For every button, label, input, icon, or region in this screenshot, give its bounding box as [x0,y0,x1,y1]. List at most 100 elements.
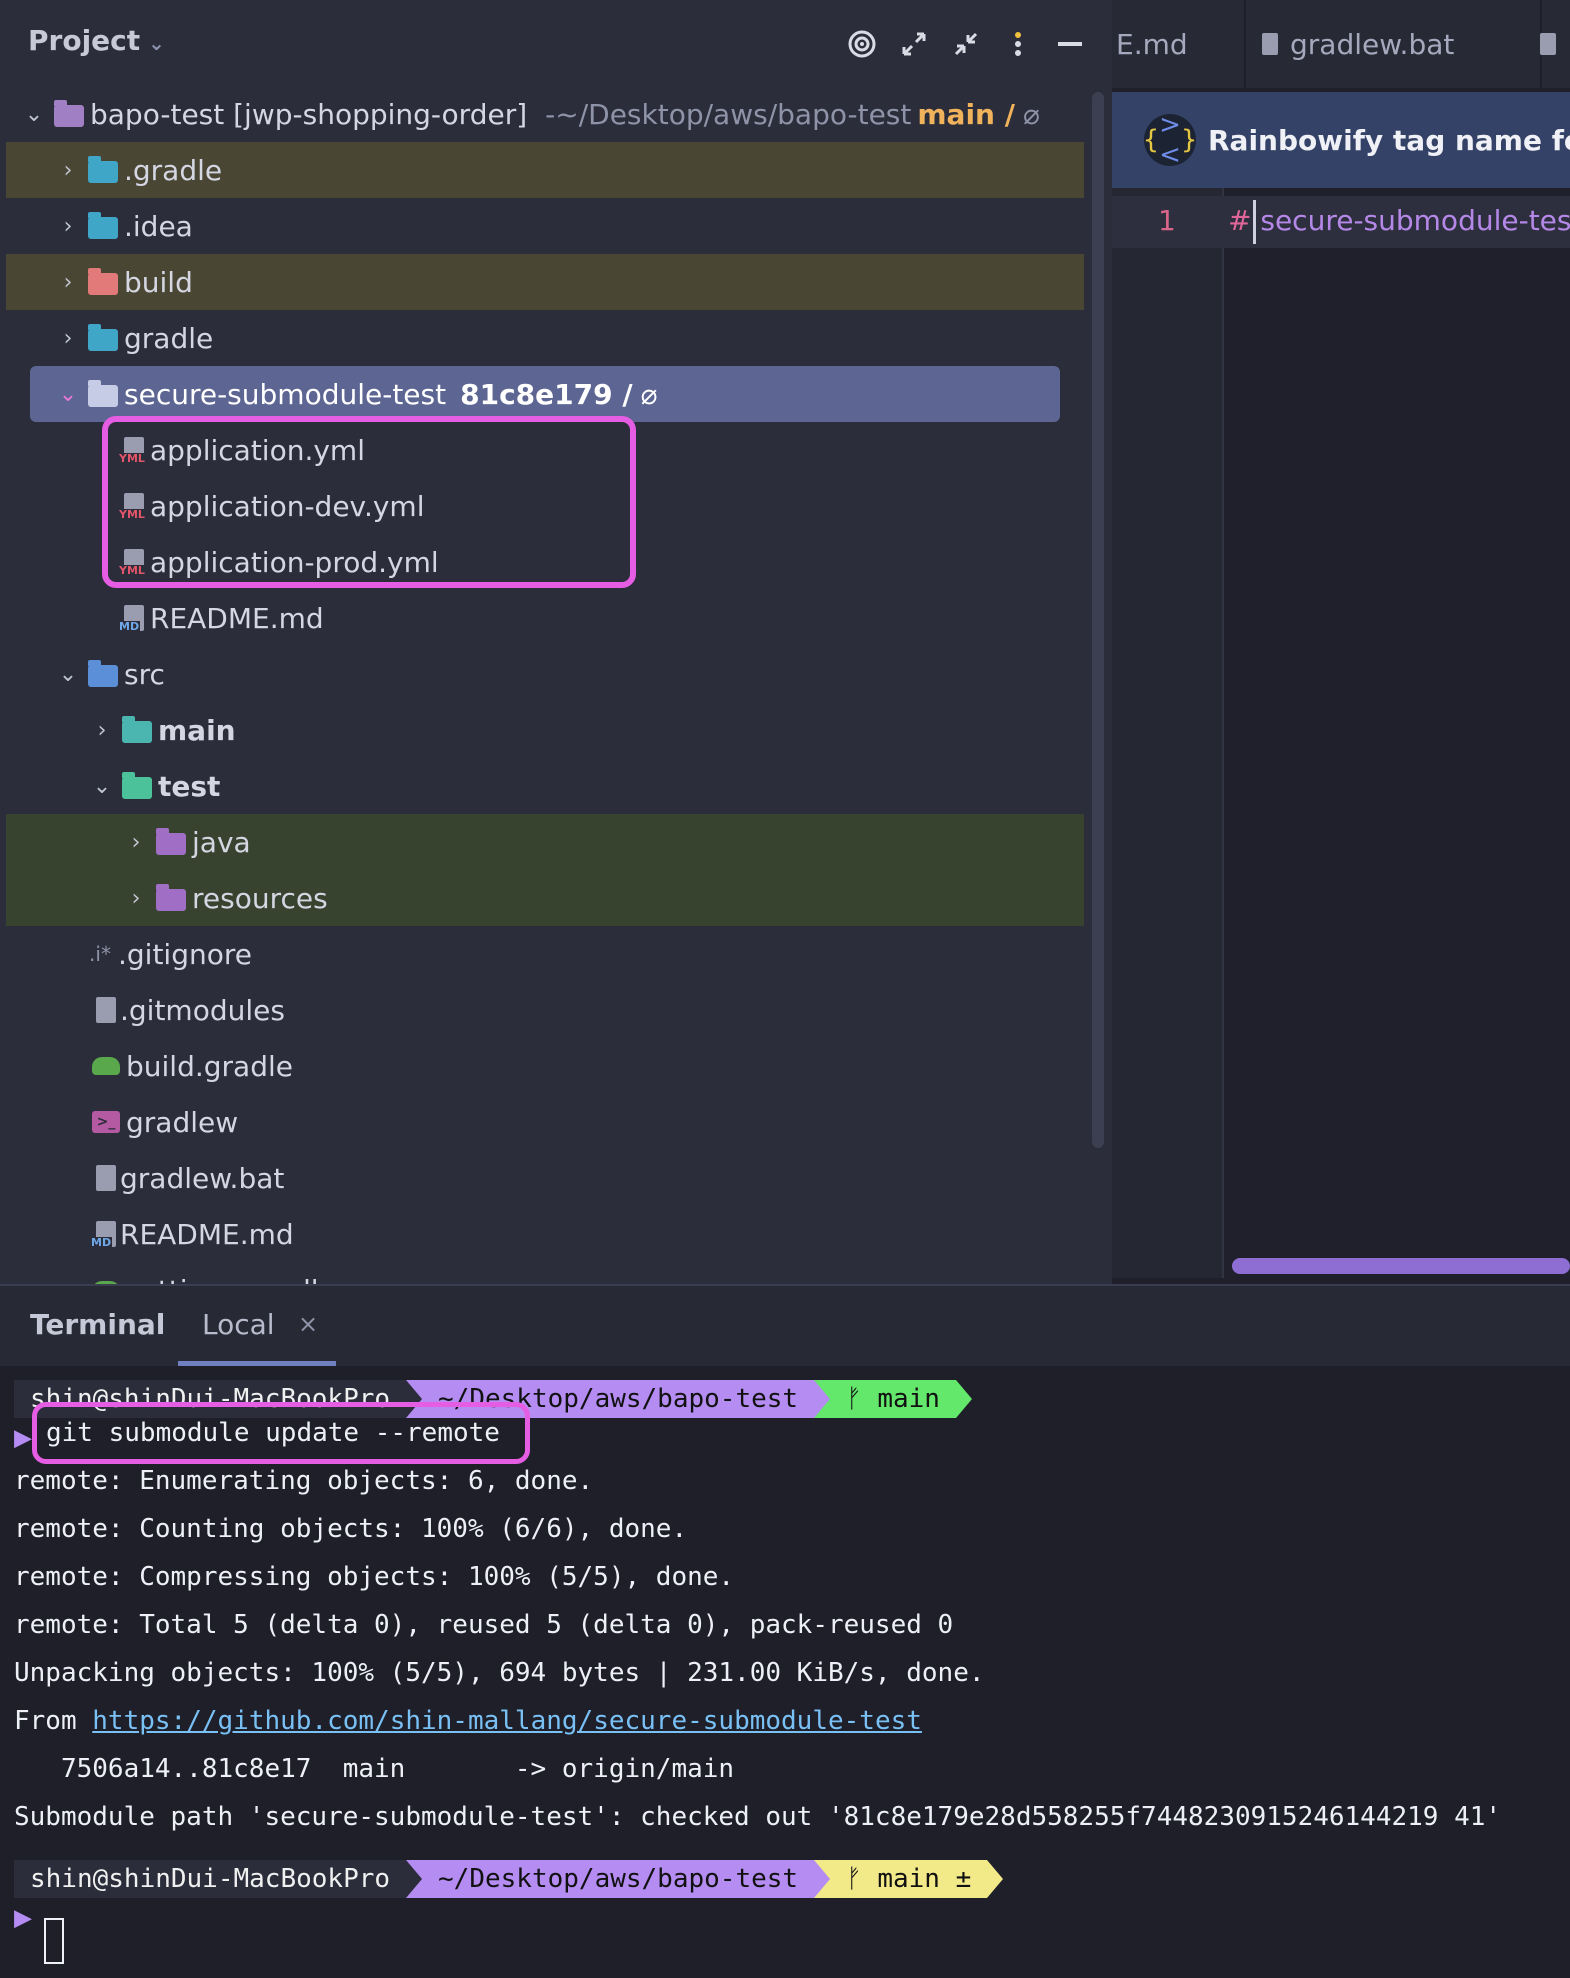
folder-icon [88,380,120,407]
tree-row-gitmodules[interactable]: .gitmodules [6,982,1084,1038]
more-options-icon[interactable] [1000,26,1036,62]
idea-folder-icon [88,212,120,239]
project-header: Project ⌄ [0,0,1112,88]
tree-label: gradlew.bat [120,1161,285,1195]
line-gutter [1112,188,1224,1278]
terminal-tab-local[interactable]: Local × [178,1286,336,1366]
tree-row-test[interactable]: ⌄ test [6,758,1084,814]
output-line-from: From https://github.com/shin-mallang/sec… [14,1698,922,1744]
tree-row-readme[interactable]: MD README.md [6,1206,1084,1262]
chevron-right-icon[interactable]: › [56,214,80,239]
text-file-icon [1262,33,1278,55]
text-file-icon [96,997,116,1023]
tree-label: src [124,657,165,691]
locate-target-icon[interactable] [844,26,880,62]
tree-label: build [124,265,193,299]
tree-label: .idea [124,209,193,243]
no-changes-icon: ⌀ [640,377,658,411]
tree-row-root[interactable]: ⌄ bapo-test [jwp-shopping-order] - ~/Des… [6,86,1084,142]
prompt-git: ᚠ main [830,1380,956,1418]
prompt-git-branch: main ± [877,1864,972,1894]
tree-row-dot-gradle[interactable]: › .gradle [6,142,1084,198]
prompt-separator [955,1380,972,1418]
chevron-down-icon[interactable]: ⌄ [22,102,46,127]
tree-row-main[interactable]: › main [6,702,1084,758]
tree-label: settings.gradle [126,1274,336,1285]
code-line[interactable]: # secure-submodule-test [1228,204,1570,237]
tree-row-src[interactable]: ⌄ src [6,646,1084,702]
markdown-file-icon: MD [90,1221,116,1249]
gradle-file-icon [90,1053,122,1079]
from-prefix: From [14,1706,93,1736]
tree-label: java [192,825,251,859]
editor-tab-gradlew-bat[interactable]: gradlew.bat [1242,0,1542,88]
chevron-down-icon[interactable]: ⌄ [90,774,114,799]
highlight-box-yml-files [102,416,636,588]
chevron-right-icon[interactable]: › [124,886,148,911]
project-title: Project [28,24,141,57]
hide-panel-icon[interactable] [1052,26,1088,62]
terminal-panel: Terminal Local × shin@shinDui-MacBookPro… [0,1284,1570,1978]
resources-folder-icon [156,884,188,911]
terminal-output[interactable]: shin@shinDui-MacBookPro ~/Desktop/aws/bap… [0,1374,1570,1978]
collapse-all-icon[interactable] [948,26,984,62]
prompt-separator [814,1860,831,1898]
tree-row-idea[interactable]: › .idea [6,198,1084,254]
tree-label: secure-submodule-test [124,377,447,411]
editor-tab-readme[interactable]: E.md [1112,0,1246,88]
prompt-separator [406,1860,423,1898]
prompt-user: shin@shinDui-MacBookPro [14,1860,407,1898]
tree-row-resources[interactable]: › resources [6,870,1084,926]
editor-tab-overflow[interactable] [1526,0,1570,88]
chevron-right-icon[interactable]: › [56,158,80,183]
chevron-down-icon[interactable]: ⌄ [56,662,80,687]
shell-prompt: shin@shinDui-MacBookPro ~/Desktop/aws/bap… [14,1860,1004,1898]
tree-row-java[interactable]: › java [6,814,1084,870]
gradle-file-icon [90,1277,122,1284]
git-branch-icon: ᚠ [846,1864,878,1894]
tree-row-build[interactable]: › build [6,254,1084,310]
horizontal-scrollbar[interactable] [1232,1258,1570,1274]
output-line: remote: Total 5 (delta 0), reused 5 (del… [14,1610,954,1640]
editor-tab-bar: E.md gradlew.bat [1112,0,1570,88]
tree-label: resources [192,881,328,915]
tree-row-gradle[interactable]: › gradle [6,310,1084,366]
terminal-tab-bar: Terminal Local × [0,1286,1570,1366]
tree-row-settings-gradle[interactable]: settings.gradle [6,1262,1084,1284]
text-caret [1253,200,1256,244]
expand-all-icon[interactable] [896,26,932,62]
tree-row-submodule-readme[interactable]: MD README.md [6,590,1084,646]
tree-row-gradlew[interactable]: >_ gradlew [6,1094,1084,1150]
chevron-down-icon: ⌄ [148,31,165,55]
shell-file-icon: >_ [90,1109,122,1135]
repo-link[interactable]: https://github.com/shin-mallang/secure-s… [92,1706,922,1736]
tree-label: main [158,713,236,747]
output-line: 7506a14..81c8e17 main -> origin/main [14,1754,735,1784]
chevron-right-icon[interactable]: › [56,326,80,351]
tree-label: .gradle [124,153,223,187]
tree-label: .gitignore [118,937,252,971]
chevron-right-icon[interactable]: › [90,718,114,743]
chevron-down-icon[interactable]: ⌄ [56,382,80,407]
tree-label: gradle [124,321,214,355]
gradle-folder-icon [88,324,120,351]
output-line: remote: Compressing objects: 100% (5/5),… [14,1562,735,1592]
prompt-arrow-icon: ▶ [14,1420,33,1455]
tree-scrollbar[interactable] [1092,92,1104,1148]
source-folder-icon [88,660,120,687]
chevron-right-icon[interactable]: › [56,270,80,295]
git-branch-icon: ᚠ [846,1384,878,1414]
tree-row-gitignore[interactable]: .i* .gitignore [6,926,1084,982]
tree-label: README.md [120,1217,294,1251]
build-folder-icon [88,268,120,295]
tree-label: gradlew [126,1105,239,1139]
close-icon[interactable]: × [298,1310,318,1338]
gitignore-icon: .i* [89,942,111,966]
tree-row-gradlew-bat[interactable]: gradlew.bat [6,1150,1084,1206]
tree-row-secure-submodule-test[interactable]: ⌄ secure-submodule-test 81c8e179 / ⌀ [30,366,1060,422]
chevron-right-icon[interactable]: › [124,830,148,855]
project-view-selector[interactable]: Project ⌄ [28,24,165,57]
tree-row-build-gradle[interactable]: build.gradle [6,1038,1084,1094]
test-folder-icon [122,772,154,799]
tree-label: README.md [150,601,324,635]
